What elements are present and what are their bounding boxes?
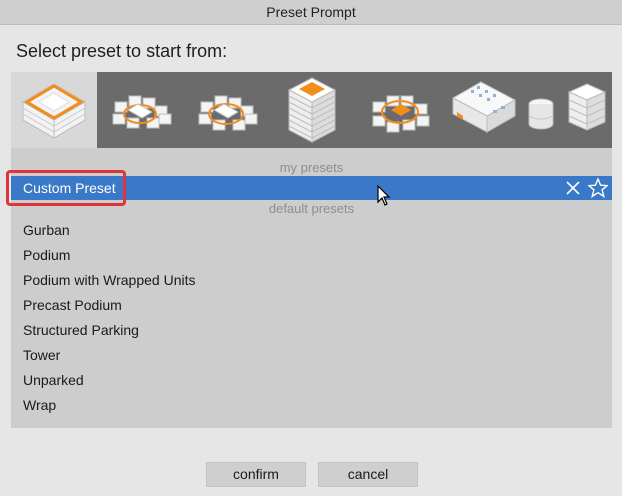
preset-row-structured-parking[interactable]: Structured Parking [23, 320, 139, 340]
preset-row-podium[interactable]: Podium [23, 245, 70, 265]
preset-row-precast-podium[interactable]: Precast Podium [23, 295, 122, 315]
window-title: Preset Prompt [0, 0, 622, 25]
tower-building-icon [287, 77, 337, 143]
preset-row-podium-wrapped[interactable]: Podium with Wrapped Units [23, 270, 195, 290]
preset-row-tower[interactable]: Tower [23, 345, 60, 365]
wrap-building-icon [372, 95, 430, 133]
prompt-label: Select preset to start from: [16, 41, 228, 61]
confirm-button[interactable]: confirm [206, 462, 306, 487]
preset-row-wrap[interactable]: Wrap [23, 395, 56, 415]
close-icon[interactable] [566, 181, 580, 195]
structured-parking-building-icon [528, 83, 607, 131]
star-icon[interactable] [588, 178, 608, 198]
thumbnail-wrap[interactable] [355, 72, 441, 148]
preset-row-unparked[interactable]: Unparked [23, 370, 84, 390]
podium-building-icon [112, 95, 172, 129]
preset-thumbnail-strip [11, 72, 612, 148]
cancel-button[interactable]: cancel [318, 462, 418, 487]
thumbnail-podium[interactable] [97, 72, 183, 148]
selection-highlight-box [6, 170, 126, 206]
thumbnail-gurban[interactable] [11, 72, 97, 148]
precast-podium-building-icon [451, 81, 517, 133]
thumbnail-precast-podium[interactable] [441, 72, 527, 148]
podium-wrapped-building-icon [198, 95, 258, 131]
preset-row-gurban[interactable]: Gurban [23, 220, 70, 240]
thumbnail-tower[interactable] [269, 72, 355, 148]
mouse-cursor-icon [377, 185, 391, 206]
gurban-building-icon [22, 83, 86, 139]
thumbnail-podium-wrapped[interactable] [183, 72, 269, 148]
thumbnail-structured-parking[interactable] [527, 72, 613, 148]
